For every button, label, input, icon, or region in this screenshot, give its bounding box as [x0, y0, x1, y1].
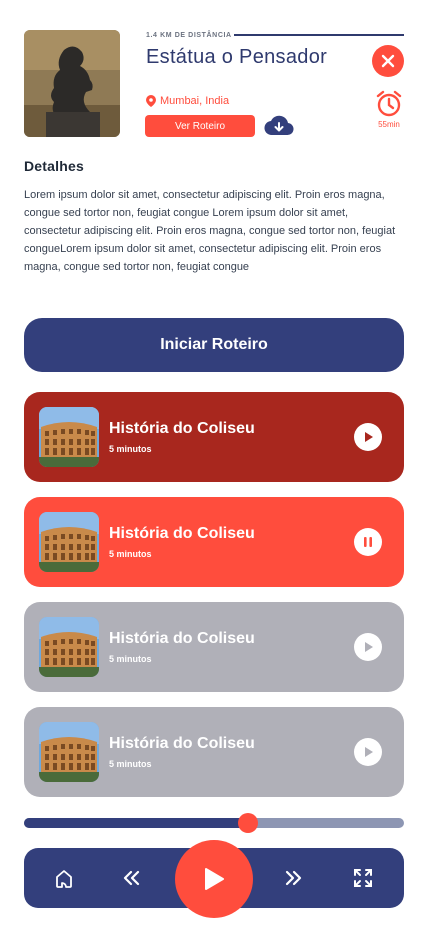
track-card[interactable]: História do Coliseu 5 minutos: [24, 707, 404, 797]
main-play-button[interactable]: [175, 840, 253, 918]
progress-fill: [24, 818, 249, 828]
home-icon: [56, 870, 72, 888]
timer-label: 55min: [378, 120, 400, 129]
close-button[interactable]: [372, 45, 404, 77]
track-thumbnail: [39, 722, 99, 782]
track-pause-button[interactable]: [354, 528, 382, 556]
download-button[interactable]: [263, 114, 295, 138]
fullscreen-icon: [354, 869, 372, 887]
track-card[interactable]: História do Coliseu 5 minutos: [24, 392, 404, 482]
track-play-button[interactable]: [354, 633, 382, 661]
details-text: Lorem ipsum dolor sit amet, consectetur …: [24, 189, 396, 273]
track-thumbnail: [39, 407, 99, 467]
play-icon: [205, 868, 224, 890]
track-thumbnail: [39, 617, 99, 677]
play-icon: [365, 747, 373, 757]
distance-label: 1.4 KM DE DISTÂNCIA: [146, 31, 232, 39]
play-icon: [365, 642, 373, 652]
distance-divider: [233, 34, 404, 36]
track-play-button[interactable]: [354, 423, 382, 451]
distance-row: 1.4 KM DE DISTÂNCIA: [146, 30, 404, 40]
view-route-button[interactable]: Ver Roteiro: [145, 115, 255, 137]
play-icon: [365, 432, 373, 442]
track-thumbnail: [39, 512, 99, 572]
pause-icon: [364, 537, 372, 547]
track-duration: 5 minutos: [109, 759, 152, 769]
track-title: História do Coliseu: [109, 525, 255, 542]
track-play-button[interactable]: [354, 738, 382, 766]
track-title: História do Coliseu: [109, 420, 255, 437]
track-info: História do Coliseu 5 minutos: [109, 420, 354, 454]
rewind-button[interactable]: [111, 848, 151, 908]
track-duration: 5 minutos: [109, 444, 152, 454]
track-card[interactable]: História do Coliseu 5 minutos: [24, 602, 404, 692]
cloud-download-icon: [264, 115, 294, 136]
track-title: História do Coliseu: [109, 735, 255, 752]
track-duration: 5 minutos: [109, 549, 152, 559]
playback-progress-bar[interactable]: [24, 813, 404, 833]
home-button[interactable]: [44, 848, 84, 908]
location-pin-icon: [146, 95, 156, 107]
track-info: História do Coliseu 5 minutos: [109, 525, 354, 559]
location: Mumbai, India: [146, 95, 229, 107]
page-title: Estátua o Pensador: [146, 46, 328, 68]
track-info: História do Coliseu 5 minutos: [109, 735, 354, 769]
fullscreen-button[interactable]: [343, 848, 383, 908]
track-duration: 5 minutos: [109, 654, 152, 664]
alarm-clock-icon: [376, 90, 402, 117]
details-heading: Detalhes: [24, 158, 84, 174]
hero-image: [24, 30, 120, 137]
fast-forward-icon: [285, 870, 302, 886]
track-title: História do Coliseu: [109, 630, 255, 647]
start-route-button[interactable]: Iniciar Roteiro: [24, 318, 404, 372]
fast-forward-button[interactable]: [274, 848, 314, 908]
rewind-icon: [123, 870, 140, 886]
close-icon: [381, 54, 395, 68]
track-card[interactable]: História do Coliseu 5 minutos: [24, 497, 404, 587]
location-text: Mumbai, India: [160, 95, 230, 107]
progress-handle[interactable]: [238, 813, 259, 833]
timer: 55min: [370, 90, 408, 129]
track-info: História do Coliseu 5 minutos: [109, 630, 354, 664]
